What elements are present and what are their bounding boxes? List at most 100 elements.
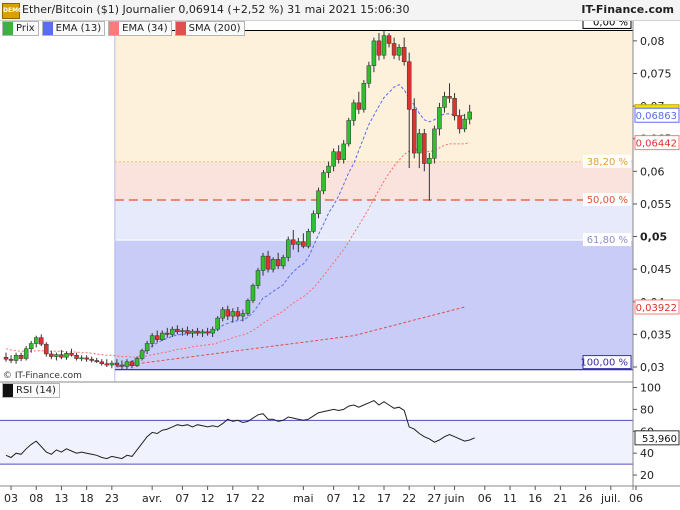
candle-body <box>18 355 24 359</box>
candle-body <box>89 358 94 361</box>
price-label: 0,03922 <box>636 303 677 314</box>
candle-body <box>64 353 69 358</box>
candle-body <box>28 343 34 349</box>
y-tick-label: 40 <box>640 447 654 460</box>
x-tick-label: 17 <box>377 492 391 505</box>
candle-body <box>149 335 155 344</box>
candle-body <box>422 133 427 164</box>
candle-body <box>114 362 120 366</box>
legend-item-ema13[interactable]: EMA (13) <box>41 21 106 36</box>
x-tick-label: 03 <box>4 492 18 505</box>
candle-body <box>301 241 306 247</box>
legend-label: Prix <box>16 23 35 34</box>
candle-body <box>220 309 225 319</box>
candle-body <box>200 331 205 334</box>
fib-zone <box>114 200 633 241</box>
candle-body <box>291 239 296 245</box>
x-tick-label: 12 <box>201 492 215 505</box>
candle-body <box>49 353 54 357</box>
x-tick-label: 12 <box>352 492 366 505</box>
candle-body <box>452 98 457 117</box>
rsi-band-fill <box>0 420 633 465</box>
candle-body <box>356 102 362 110</box>
candle-body <box>411 109 417 154</box>
candle-body <box>396 47 402 56</box>
x-tick-label: 18 <box>80 492 94 505</box>
candle-body <box>285 239 291 258</box>
y-tick-label: 0,035 <box>640 328 672 341</box>
candle-body <box>457 115 462 130</box>
legend-swatch <box>3 384 13 397</box>
candle-body <box>185 330 190 334</box>
candle-body <box>54 354 59 357</box>
legend-swatch <box>3 22 13 35</box>
candle-body <box>296 241 301 245</box>
legend-item-rsi[interactable]: RSI (14) <box>2 383 60 398</box>
candle-body <box>316 190 321 214</box>
candle-body <box>180 330 185 333</box>
y-tick-label: 0,05 <box>640 231 667 244</box>
candle-body <box>376 40 382 56</box>
price-label: 0,06863 <box>636 111 677 122</box>
candle-body <box>39 337 44 345</box>
candle-body <box>437 107 442 130</box>
legend-swatch <box>175 22 186 35</box>
candle-body <box>366 65 372 84</box>
fib-label: 38,20 % <box>587 157 628 168</box>
candle-body <box>406 61 412 110</box>
candle-body <box>210 328 215 334</box>
x-tick-label: 23 <box>105 492 119 505</box>
candle-body <box>190 330 195 334</box>
chart-canvas: 0,00 %38,20 %50,00 %61,80 %100,00 % 0,03… <box>0 14 680 505</box>
legend-label: SMA (200) <box>188 23 241 34</box>
axis-background <box>633 20 680 490</box>
y-tick-label: 20 <box>640 469 654 482</box>
candle-body <box>69 353 74 356</box>
x-tick-label: 08 <box>29 492 43 505</box>
legend-item-ema34[interactable]: EMA (34) <box>108 21 172 36</box>
candle-body <box>326 165 331 173</box>
candle-body <box>235 311 241 317</box>
legend-label: EMA (13) <box>55 23 102 34</box>
candle-body <box>159 332 165 340</box>
fib-label: 61,80 % <box>587 235 628 246</box>
legend-label: RSI (14) <box>16 385 56 396</box>
candle-body <box>154 335 160 340</box>
candle-body <box>386 35 392 44</box>
candle-body <box>13 355 19 361</box>
candle-body <box>215 317 220 330</box>
x-tick-label: 21 <box>553 492 567 505</box>
candle-body <box>74 355 79 359</box>
legend: Prix EMA (13) EMA (34) SMA (200) <box>2 21 245 36</box>
candle-body <box>361 83 367 110</box>
candle-body <box>442 96 447 108</box>
candle-body <box>33 337 39 344</box>
candle-body <box>175 328 180 333</box>
x-tick-label: 22 <box>251 492 265 505</box>
y-tick-label: 0,03 <box>640 361 665 374</box>
candle-body <box>165 332 170 335</box>
candle-body <box>84 357 89 360</box>
x-tick-label: avr. <box>142 492 162 505</box>
x-tick-label: 06 <box>478 492 492 505</box>
rsi-panel <box>0 381 633 465</box>
x-tick-label: 26 <box>579 492 593 505</box>
candle-body <box>44 343 49 355</box>
candle-body <box>104 363 110 366</box>
legend-item-sma200[interactable]: SMA (200) <box>174 21 245 36</box>
candle-body <box>280 257 286 267</box>
chart-title: Ether/Bitcoin ($1) Journalier 0,06914 (+… <box>22 3 410 16</box>
x-tick-label: 17 <box>226 492 240 505</box>
candle-body <box>109 362 115 366</box>
legend-swatch <box>109 22 120 35</box>
candle-body <box>467 111 472 120</box>
candle-body <box>260 255 266 271</box>
y-tick-label: 0,075 <box>640 67 672 80</box>
x-tick-label: 11 <box>503 492 517 505</box>
candle-body <box>341 143 346 160</box>
x-tick-label: juil. <box>600 492 621 505</box>
candle-body <box>124 361 130 367</box>
legend-item-prix[interactable]: Prix <box>2 21 39 36</box>
candle-body <box>99 361 105 364</box>
candle-body <box>391 43 397 56</box>
